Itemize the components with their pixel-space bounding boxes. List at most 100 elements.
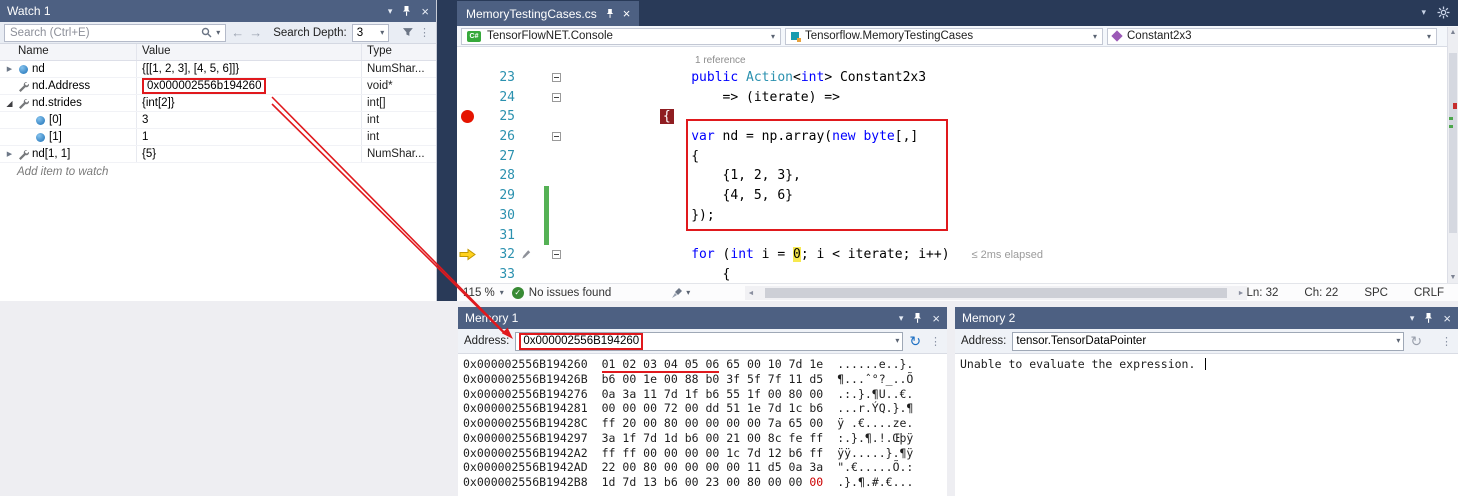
breakpoint-icon[interactable] [461,110,474,123]
search-depth-select[interactable]: 3 ▾ [352,24,390,42]
search-input[interactable]: Search (Ctrl+E) ▾ [4,24,226,42]
watch-row[interactable]: nd.Address0x000002556b194260void* [0,78,436,95]
code-text[interactable]: public Action<int> Constant2x3 [566,68,1458,88]
code-text[interactable]: {4, 5, 6} [566,186,1458,206]
code-text[interactable]: { [566,107,1458,127]
refresh-icon[interactable]: ↻ [1410,334,1422,348]
code-line[interactable]: 30 }); [457,206,1458,226]
method-dropdown[interactable]: Constant2x3 ▾ [1107,28,1437,45]
chevron-down-icon[interactable]: ▾ [1421,8,1426,17]
breakpoint-margin[interactable] [457,226,480,246]
code-text[interactable]: }); [566,206,1458,226]
vertical-scrollbar[interactable]: ▲ ▼ [1447,27,1458,283]
codelens-references[interactable]: 1 reference [457,47,1458,68]
toolbar-overflow-icon[interactable]: ⋮ [419,26,432,39]
close-icon[interactable]: × [623,7,631,20]
memory2-titlebar[interactable]: Memory 2 ▾ × [955,307,1458,329]
code-text[interactable]: { [566,265,1458,283]
code-text[interactable]: => (iterate) => [566,88,1458,108]
watch-row[interactable]: ▶nd{[[1, 2, 3], [4, 5, 6]]}NumShar... [0,61,436,78]
horizontal-scrollbar[interactable]: ◄ ► [745,286,1247,300]
code-line[interactable]: 29 {4, 5, 6} [457,186,1458,206]
collapse-icon[interactable] [552,93,561,102]
breakpoint-margin[interactable] [457,88,480,108]
code-line[interactable]: 23 public Action<int> Constant2x3 [457,68,1458,88]
code-line[interactable]: 28 {1, 2, 3}, [457,166,1458,186]
outline-margin[interactable] [549,265,566,283]
code-line[interactable]: 26 var nd = np.array(new byte[,] [457,127,1458,147]
close-icon[interactable]: × [932,312,940,325]
expander-icon[interactable]: ◢ [3,99,16,108]
column-header-type[interactable]: Type [362,44,436,60]
code-text[interactable]: { [566,147,1458,167]
filter-icon[interactable] [402,27,414,38]
collapse-icon[interactable] [552,132,561,141]
scroll-right-icon[interactable]: ► [1235,290,1247,297]
search-prev-icon[interactable]: ← [231,26,244,39]
outline-margin[interactable] [549,68,566,88]
search-next-icon[interactable]: → [249,26,262,39]
code-line[interactable]: 33 { [457,265,1458,283]
breakpoint-margin[interactable] [457,68,480,88]
window-position-icon[interactable]: ▾ [1410,314,1415,323]
breakpoint-margin[interactable] [457,107,480,127]
chevron-down-icon[interactable]: ▾ [895,337,899,345]
close-icon[interactable]: × [1443,312,1451,325]
breakpoint-margin[interactable] [457,147,480,167]
outline-margin[interactable] [549,88,566,108]
outline-margin[interactable] [549,245,566,265]
code-line[interactable]: 27 { [457,147,1458,167]
code-area[interactable]: 1 reference 23 public Action<int> Consta… [457,47,1458,283]
memory2-address-input[interactable]: tensor.TensorDataPointer ▾ [1012,332,1404,351]
close-icon[interactable]: × [421,5,429,18]
watch-row[interactable]: [0]3int [0,112,436,129]
zoom-select[interactable]: 115 % ▾ [457,287,512,299]
scroll-up-icon[interactable]: ▲ [1448,29,1458,36]
code-line[interactable]: 31 [457,226,1458,246]
memory2-body[interactable]: Unable to evaluate the expression. [955,354,1458,371]
project-dropdown[interactable]: C# TensorFlowNET.Console ▾ [461,28,781,45]
breakpoint-margin[interactable] [457,166,480,186]
breakpoint-margin[interactable] [457,265,480,283]
watch-row[interactable]: [1]1int [0,129,436,146]
expander-icon[interactable]: ▶ [3,150,16,158]
window-position-icon[interactable]: ▾ [899,314,904,323]
window-position-icon[interactable]: ▾ [388,7,393,16]
issues-status[interactable]: No issues found [529,287,611,299]
code-text[interactable]: {1, 2, 3}, [566,166,1458,186]
memory1-address-input[interactable]: 0x000002556B194260 ▾ [515,332,903,351]
collapse-icon[interactable] [552,73,561,82]
toolbar-overflow-icon[interactable]: ⋮ [930,335,941,348]
document-tab[interactable]: MemoryTestingCases.cs × [457,1,639,26]
chevron-down-icon[interactable]: ▾ [1396,337,1400,345]
code-line[interactable]: 25 { [457,107,1458,127]
search-options-chevron-icon[interactable]: ▾ [216,29,220,37]
code-line[interactable]: 32 for (int i = 0; i < iterate; i++)≤ 2m… [457,245,1458,265]
watch-row[interactable]: ◢nd.strides{int[2]}int[] [0,95,436,112]
memory1-rows[interactable]: 0x000002556B19426001 02 03 04 05 06 65 0… [458,354,947,490]
code-text[interactable] [566,226,1458,246]
outline-margin[interactable] [549,147,566,167]
column-header-name[interactable]: Name [0,44,137,60]
add-item-to-watch[interactable]: Add item to watch [0,163,436,178]
code-text[interactable]: var nd = np.array(new byte[,] [566,127,1458,147]
breakpoint-margin[interactable] [457,245,480,265]
pin-icon[interactable] [401,5,412,17]
toolbar-overflow-icon[interactable]: ⋮ [1441,335,1452,348]
class-dropdown[interactable]: Tensorflow.MemoryTestingCases ▾ [785,28,1103,45]
scrollbar-thumb[interactable] [1449,53,1457,233]
code-line[interactable]: 24 => (iterate) => [457,88,1458,108]
code-text[interactable]: for (int i = 0; i < iterate; i++)≤ 2ms e… [566,245,1458,265]
breakpoint-margin[interactable] [457,186,480,206]
outline-margin[interactable] [549,186,566,206]
scroll-left-icon[interactable]: ◄ [745,290,757,297]
column-header-value[interactable]: Value [137,44,362,60]
outline-margin[interactable] [549,166,566,186]
code-cleanup-button[interactable]: ▾ [671,287,690,299]
scroll-down-icon[interactable]: ▼ [1448,274,1458,281]
breakpoint-margin[interactable] [457,206,480,226]
pin-icon[interactable] [605,8,615,19]
outline-margin[interactable] [549,206,566,226]
memory1-titlebar[interactable]: Memory 1 ▾ × [458,307,947,329]
outline-margin[interactable] [549,226,566,246]
